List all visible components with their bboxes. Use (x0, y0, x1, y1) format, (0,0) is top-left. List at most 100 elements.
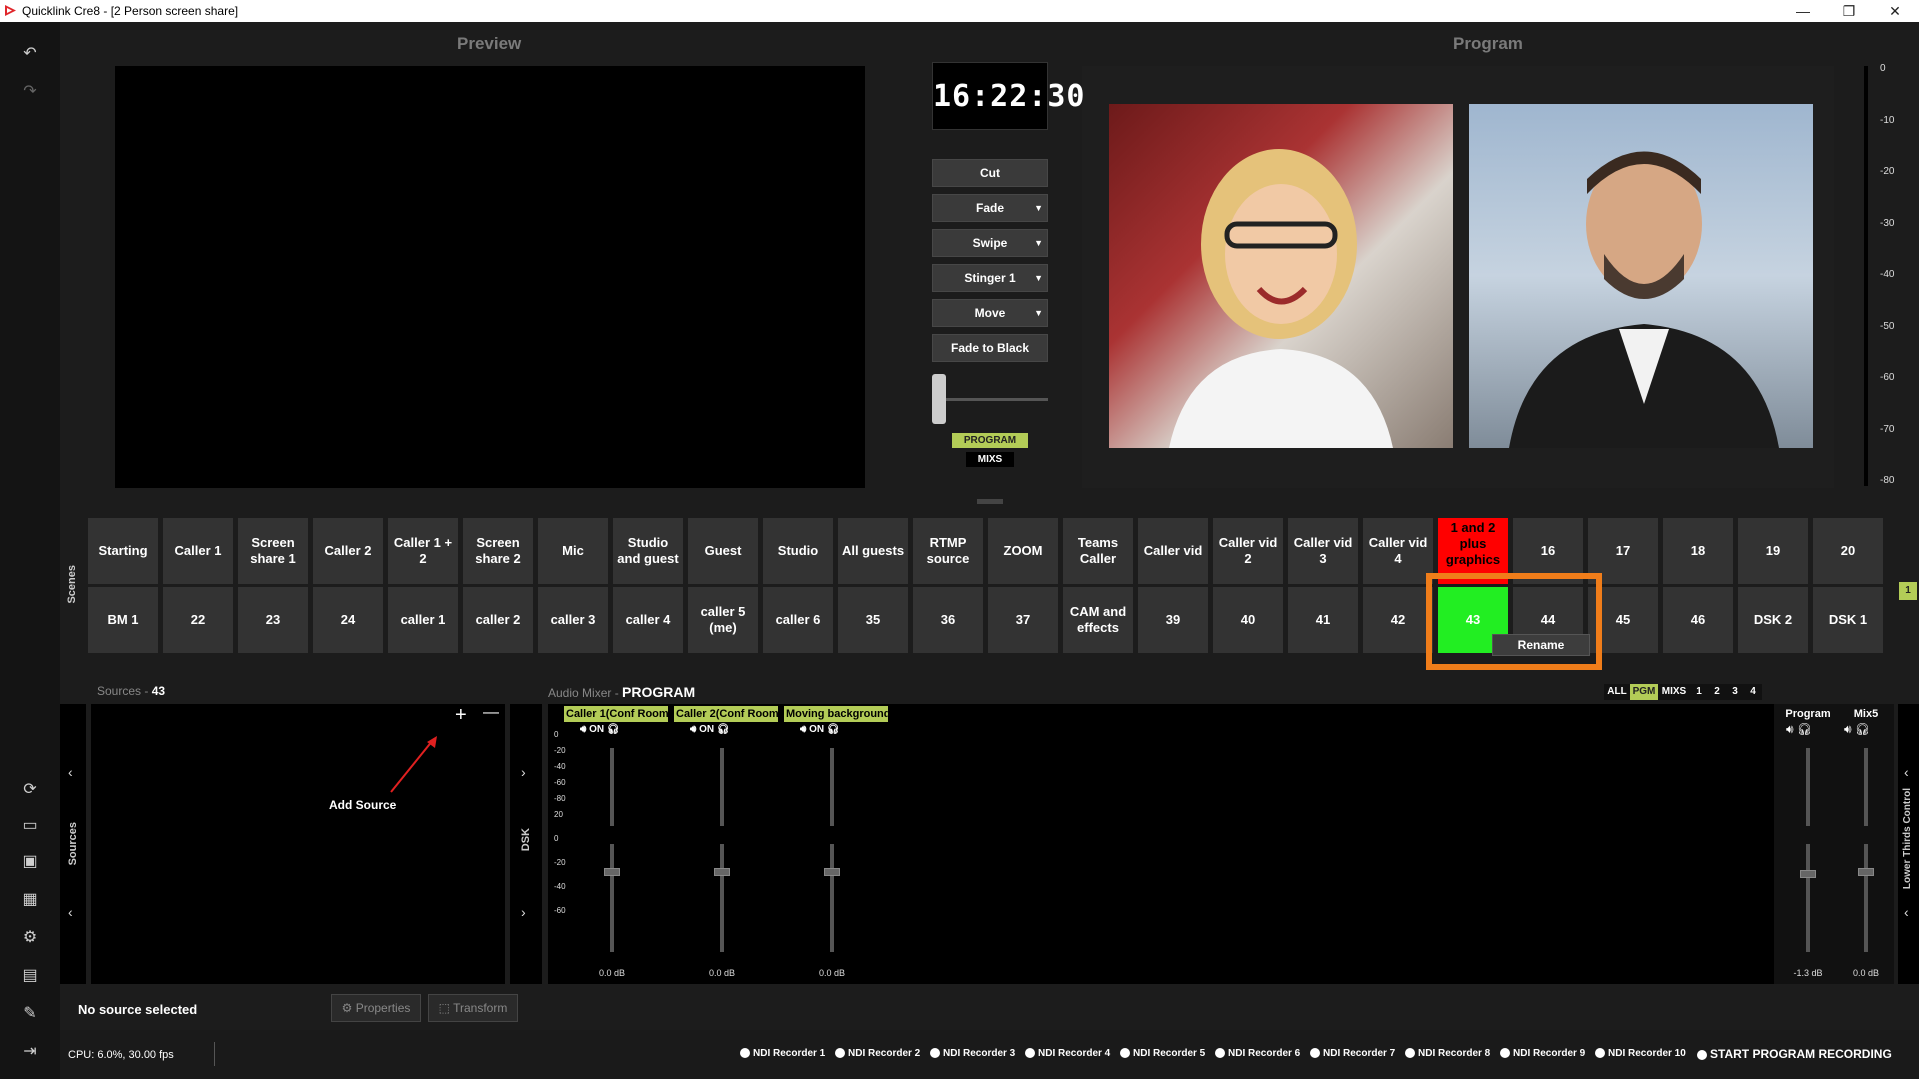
speaker-icon[interactable]: 🔊︎ (690, 724, 699, 735)
scene-tile[interactable]: Caller 1 (163, 518, 233, 584)
scene-tile[interactable]: caller 2 (463, 587, 533, 653)
fade-button[interactable]: Fade ▼ (932, 194, 1048, 222)
scene-tile[interactable]: 20 (1813, 518, 1883, 584)
ndi-recorder-toggle[interactable]: NDI Recorder 5 (1120, 1048, 1205, 1059)
scene-tile[interactable]: Guest (688, 518, 758, 584)
scene-tile[interactable]: DSK 2 (1738, 587, 1808, 653)
chevron-left-icon[interactable]: ‹ (1904, 904, 1909, 920)
scene-tile[interactable]: Caller vid 3 (1288, 518, 1358, 584)
fader-knob[interactable] (604, 868, 620, 876)
chevron-right-icon[interactable]: › (521, 764, 526, 780)
fader-knob[interactable] (1800, 870, 1816, 878)
refresh-icon[interactable]: ⟳ (18, 778, 42, 802)
scene-tile[interactable]: caller 3 (538, 587, 608, 653)
mute-toggle[interactable]: ON (699, 724, 714, 735)
chevron-down-icon[interactable]: ▼ (1034, 265, 1043, 291)
ndi-recorder-toggle[interactable]: NDI Recorder 6 (1215, 1048, 1300, 1059)
ndi-recorder-toggle[interactable]: NDI Recorder 4 (1025, 1048, 1110, 1059)
chevron-down-icon[interactable]: ▼ (1034, 300, 1043, 326)
scene-tile[interactable]: Screen share 2 (463, 518, 533, 584)
fade-to-black-button[interactable]: Fade to Black (932, 334, 1048, 362)
chevron-down-icon[interactable]: ▼ (1034, 195, 1043, 221)
chevron-left-icon[interactable]: ‹ (68, 764, 73, 780)
add-source-button[interactable]: + (455, 704, 467, 727)
scene-tile[interactable]: 23 (238, 587, 308, 653)
chevron-left-icon[interactable]: ‹ (68, 904, 73, 920)
mixer-tab[interactable]: 3 (1726, 684, 1744, 700)
scene-tile[interactable]: caller 4 (613, 587, 683, 653)
scene-tile[interactable]: All guests (838, 518, 908, 584)
redo-icon[interactable]: ↷ (18, 80, 42, 104)
scene-tile[interactable]: 41 (1288, 587, 1358, 653)
folder-icon[interactable]: ▤ (18, 964, 42, 988)
chevron-down-icon[interactable]: ▼ (1034, 230, 1043, 256)
restore-button[interactable]: ❐ (1826, 0, 1872, 22)
scene-page-badge[interactable]: 1 (1899, 582, 1917, 600)
undo-icon[interactable]: ↶ (18, 42, 42, 66)
properties-button[interactable]: ⚙ Properties (331, 994, 421, 1022)
scene-tile[interactable]: ZOOM (988, 518, 1058, 584)
headphones-icon[interactable]: 🎧︎ (1797, 722, 1812, 736)
scene-tile[interactable]: RTMP source (913, 518, 983, 584)
remove-source-button[interactable]: — (483, 704, 499, 722)
mixer-tab[interactable]: PGM (1630, 684, 1658, 700)
scene-tile[interactable]: caller 5 (me) (688, 587, 758, 653)
scene-tile[interactable]: Screen share 1 (238, 518, 308, 584)
scene-tile[interactable]: 39 (1138, 587, 1208, 653)
rename-menu-item[interactable]: Rename (1492, 634, 1590, 656)
ndi-recorder-toggle[interactable]: NDI Recorder 7 (1310, 1048, 1395, 1059)
sources-list[interactable]: + — Add Source (91, 704, 505, 984)
screen-icon[interactable]: ▣ (18, 850, 42, 874)
scene-tile[interactable]: Studio (763, 518, 833, 584)
speaker-icon[interactable]: 🔊︎ (1844, 722, 1855, 736)
scene-tile[interactable]: Caller 2 (313, 518, 383, 584)
scene-tile[interactable]: 40 (1213, 587, 1283, 653)
scene-tile[interactable]: Caller vid (1138, 518, 1208, 584)
grid-icon[interactable]: ▦ (18, 888, 42, 912)
start-recording-button[interactable]: START PROGRAM RECORDING (1697, 1047, 1892, 1061)
mixer-tab[interactable]: 2 (1708, 684, 1726, 700)
scene-tile[interactable]: Caller vid 2 (1213, 518, 1283, 584)
scene-tile[interactable]: 19 (1738, 518, 1808, 584)
scene-tile[interactable]: 22 (163, 587, 233, 653)
scene-tile[interactable]: 37 (988, 587, 1058, 653)
scene-tile[interactable]: 18 (1663, 518, 1733, 584)
fader-knob[interactable] (1858, 868, 1874, 876)
scene-tile[interactable]: Teams Caller (1063, 518, 1133, 584)
mute-toggle[interactable]: ON (589, 724, 604, 735)
gear-icon[interactable]: ⚙ (18, 926, 42, 950)
scene-tile[interactable]: Caller vid 4 (1363, 518, 1433, 584)
mixer-tab[interactable]: 4 (1744, 684, 1762, 700)
move-button[interactable]: Move ▼ (932, 299, 1048, 327)
scene-tile[interactable]: 36 (913, 587, 983, 653)
cut-button[interactable]: Cut (932, 159, 1048, 187)
scene-tile[interactable]: 42 (1363, 587, 1433, 653)
chevron-right-icon[interactable]: › (521, 904, 526, 920)
transform-button[interactable]: ⬚ Transform (428, 994, 518, 1022)
scene-tile[interactable]: 46 (1663, 587, 1733, 653)
t-bar-handle[interactable] (932, 374, 946, 424)
scene-tile[interactable]: 35 (838, 587, 908, 653)
ndi-recorder-toggle[interactable]: NDI Recorder 10 (1595, 1048, 1686, 1059)
ndi-recorder-toggle[interactable]: NDI Recorder 9 (1500, 1048, 1585, 1059)
monitor-icon[interactable]: ▭ (18, 814, 42, 838)
fader-knob[interactable] (714, 868, 730, 876)
mute-toggle[interactable]: ON (809, 724, 824, 735)
scene-tile[interactable]: DSK 1 (1813, 587, 1883, 653)
scene-tile[interactable]: Studio and guest (613, 518, 683, 584)
fader-knob[interactable] (824, 868, 840, 876)
minimize-button[interactable]: — (1780, 0, 1826, 22)
ndi-recorder-toggle[interactable]: NDI Recorder 2 (835, 1048, 920, 1059)
speaker-icon[interactable]: 🔊︎ (1786, 722, 1797, 736)
speaker-icon[interactable]: 🔊︎ (580, 724, 589, 735)
exit-icon[interactable]: ⇥ (18, 1040, 42, 1064)
scene-tile[interactable]: BM 1 (88, 587, 158, 653)
headphones-icon[interactable]: 🎧︎ (714, 724, 730, 735)
swipe-button[interactable]: Swipe ▼ (932, 229, 1048, 257)
ndi-recorder-toggle[interactable]: NDI Recorder 1 (740, 1048, 825, 1059)
scene-tile[interactable]: CAM and effects (1063, 587, 1133, 653)
scene-tile[interactable]: 24 (313, 587, 383, 653)
chevron-left-icon[interactable]: ‹ (1904, 764, 1909, 780)
scene-tile[interactable]: caller 1 (388, 587, 458, 653)
stinger-button[interactable]: Stinger 1 ▼ (932, 264, 1048, 292)
